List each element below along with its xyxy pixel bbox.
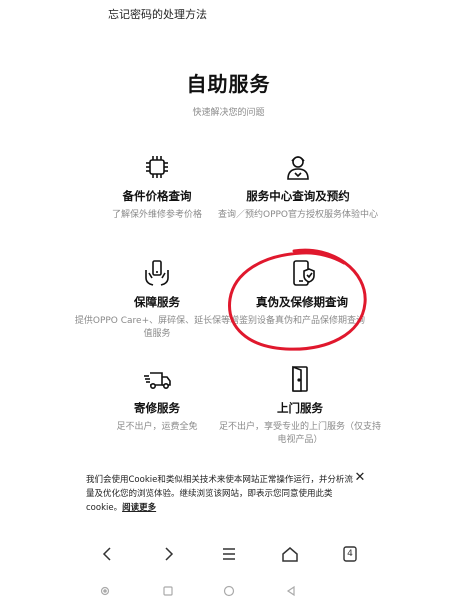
service-desc: 鉴别设备真伪和产品保修期查询 — [238, 316, 365, 326]
service-card-onsite[interactable]: 上门服务 足不出户，享受专业的上门服务（仅支持电视产品） — [205, 364, 395, 447]
close-icon[interactable]: ✕ — [353, 470, 367, 485]
door-icon — [205, 364, 395, 394]
home-icon[interactable] — [276, 540, 304, 568]
cookie-notice: 我们会使用Cookie和类似相关技术来使本网站正常操作运行，并分析流量及优化您的… — [86, 473, 354, 515]
service-desc: 查询／预约OPPO官方授权服务体验中心 — [217, 210, 379, 220]
tabs-button[interactable]: 4 — [336, 540, 364, 568]
service-name: 服务中心查询及预约 — [246, 189, 350, 203]
system-back-icon[interactable] — [284, 584, 298, 598]
back-icon[interactable] — [94, 540, 122, 568]
system-nav-bar — [0, 582, 457, 600]
forward-icon[interactable] — [154, 540, 182, 568]
system-home-icon[interactable] — [222, 584, 236, 598]
browser-nav-bar: 4 — [0, 540, 457, 568]
service-name: 真伪及保修期查询 — [256, 295, 348, 309]
forgot-password-link[interactable]: 忘记密码的处理方法 — [108, 6, 207, 22]
cookie-read-more-link[interactable]: 阅读更多 — [122, 503, 156, 513]
service-name: 上门服务 — [277, 401, 323, 415]
service-card-service-center[interactable]: 服务中心查询及预约 查询／预约OPPO官方授权服务体验中心 — [203, 152, 393, 222]
assistant-icon[interactable] — [98, 584, 112, 598]
tab-count: 4 — [347, 549, 353, 559]
service-card-authenticity[interactable]: 真伪及保修期查询 鉴别设备真伪和产品保修期查询 — [207, 258, 397, 328]
service-desc: 足不出户，享受专业的上门服务（仅支持电视产品） — [218, 422, 381, 445]
phone-shield-icon — [207, 258, 397, 288]
recents-icon[interactable] — [161, 584, 175, 598]
page-subtitle: 快速解决您的问题 — [192, 108, 265, 118]
menu-icon[interactable] — [215, 540, 243, 568]
page-title: 自助服务 — [186, 72, 271, 96]
service-agent-icon — [203, 152, 393, 182]
